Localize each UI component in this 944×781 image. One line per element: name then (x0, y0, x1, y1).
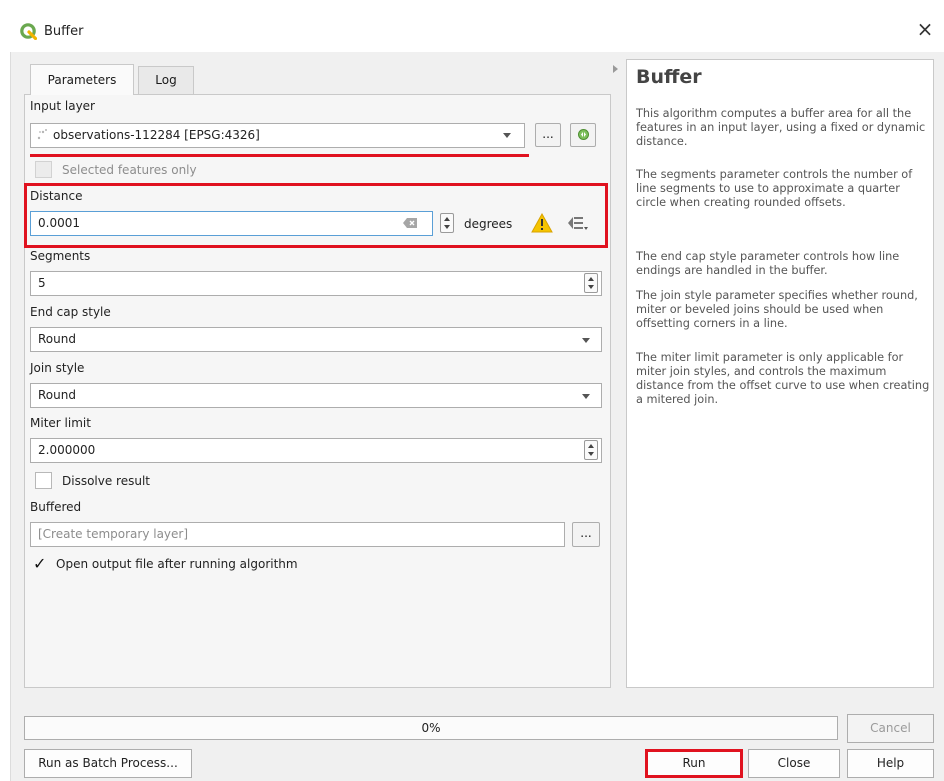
help-paragraph: The segments parameter controls the numb… (636, 168, 913, 209)
help-paragraph: The end cap style parameter controls how… (636, 250, 900, 277)
end-cap-style-value: Round (38, 332, 76, 346)
distance-unit: degrees (464, 217, 513, 231)
splitter-handle[interactable] (613, 65, 618, 73)
miter-limit-spin-buttons[interactable] (584, 440, 598, 460)
cancel-button[interactable]: Cancel (847, 714, 934, 743)
join-style-value: Round (38, 388, 76, 402)
input-layer-label: Input layer (30, 99, 95, 113)
help-paragraph: The miter limit parameter is only applic… (636, 351, 930, 406)
end-cap-style-label: End cap style (30, 305, 111, 319)
distance-input[interactable] (30, 211, 433, 236)
miter-limit-label: Miter limit (30, 416, 91, 430)
segments-spin-buttons[interactable] (584, 273, 598, 293)
data-defined-override-icon[interactable] (567, 214, 589, 232)
run-as-batch-button[interactable]: Run as Batch Process... (24, 749, 192, 778)
qgis-logo-icon (20, 23, 37, 40)
selected-features-checkbox[interactable] (35, 161, 52, 178)
open-output-checkbox[interactable]: ✓ (33, 556, 49, 572)
window-title: Buffer (44, 24, 84, 39)
tab-log[interactable]: Log (138, 66, 194, 95)
help-title: Buffer (636, 66, 702, 88)
close-button[interactable]: Close (748, 749, 840, 778)
chevron-down-icon (503, 133, 511, 138)
end-cap-style-combo[interactable] (30, 327, 602, 352)
open-output-label: Open output file after running algorithm (56, 557, 298, 571)
miter-limit-value: 2.000000 (38, 443, 96, 457)
help-button[interactable]: Help (847, 749, 934, 778)
buffered-output-label: Buffered (30, 500, 82, 514)
miter-limit-input[interactable] (30, 438, 602, 463)
buffered-output-placeholder: [Create temporary layer] (38, 527, 189, 541)
dissolve-label: Dissolve result (62, 474, 151, 488)
dissolve-checkbox[interactable] (35, 472, 52, 489)
selected-features-label: Selected features only (62, 163, 197, 177)
join-style-label: Join style (30, 361, 85, 375)
join-style-combo[interactable] (30, 383, 602, 408)
buffered-output-browse-button[interactable]: ... (572, 522, 600, 547)
segments-value: 5 (38, 276, 46, 290)
segments-input[interactable] (30, 271, 602, 296)
distance-label: Distance (30, 189, 83, 203)
help-paragraph: This algorithm computes a buffer area fo… (636, 107, 926, 148)
run-button[interactable]: Run (645, 749, 743, 778)
warning-icon (531, 213, 553, 233)
iterate-icon (578, 129, 589, 140)
progress-bar: 0% (24, 716, 838, 740)
input-layer-value: observations-112284 [EPSG:4326] (53, 128, 260, 142)
help-paragraph: The join style parameter specifies wheth… (636, 289, 918, 330)
input-layer-highlight (30, 154, 529, 157)
input-layer-browse-button[interactable]: ... (535, 123, 561, 147)
distance-spin-buttons[interactable] (440, 213, 454, 233)
distance-value: 0.0001 (38, 216, 80, 230)
segments-label: Segments (30, 249, 91, 263)
chevron-down-icon (582, 338, 590, 343)
close-window-button[interactable]: × (913, 17, 937, 41)
clear-icon[interactable] (402, 217, 418, 229)
chevron-down-icon (582, 394, 590, 399)
tab-parameters[interactable]: Parameters (30, 64, 134, 95)
title-bar (0, 0, 944, 52)
